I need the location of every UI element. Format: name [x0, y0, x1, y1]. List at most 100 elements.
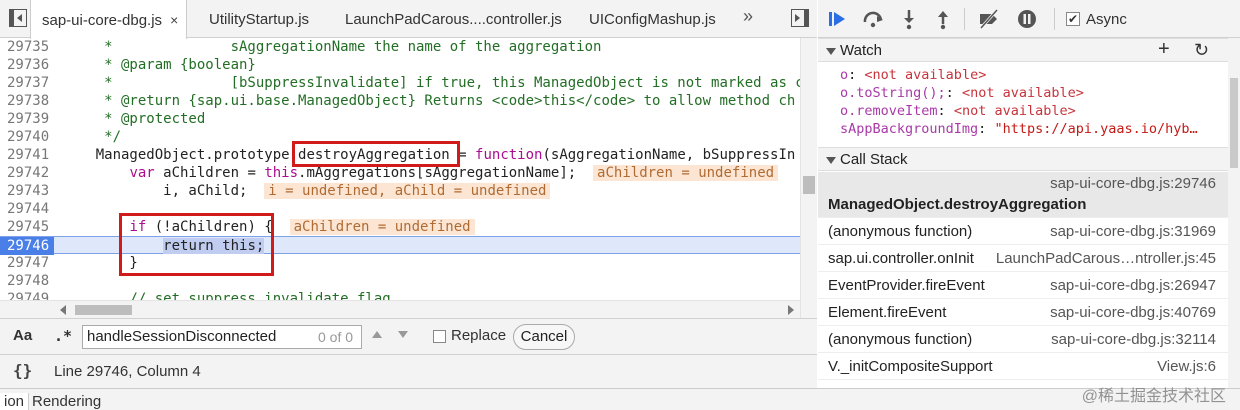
- line-number[interactable]: 29736: [0, 56, 54, 74]
- inline-variable-value: aChildren = undefined: [593, 165, 779, 181]
- scroll-thumb[interactable]: [1230, 78, 1238, 168]
- search-match-count: 0 of 0: [318, 329, 354, 345]
- deactivate-breakpoints-icon[interactable]: [978, 8, 1000, 30]
- call-frame[interactable]: EventProvider.fireEvent sap-ui-core-dbg.j…: [818, 272, 1228, 299]
- match-case-button[interactable]: Aa: [13, 327, 32, 344]
- scroll-right-icon[interactable]: [788, 305, 794, 315]
- more-tabs-button[interactable]: »: [743, 6, 753, 27]
- watch-expression[interactable]: sAppBackgroundImg: "https://api.yaas.io/…: [840, 120, 1198, 138]
- next-match-icon[interactable]: [398, 331, 408, 338]
- scroll-thumb[interactable]: [75, 305, 132, 315]
- line-number[interactable]: 29738: [0, 92, 54, 110]
- toggle-debugger-icon[interactable]: [791, 9, 809, 27]
- editor-vertical-scrollbar[interactable]: [800, 38, 817, 318]
- line-number[interactable]: 29740: [0, 128, 54, 146]
- call-frame-location[interactable]: LaunchPadCarous…ntroller.js:45: [996, 250, 1216, 267]
- line-number[interactable]: 29742: [0, 164, 54, 182]
- line-number[interactable]: 29744: [0, 200, 54, 218]
- call-frame-location[interactable]: sap-ui-core-dbg.js:31969: [1050, 223, 1216, 240]
- resume-icon[interactable]: [826, 8, 848, 30]
- call-stack-section-header[interactable]: Call Stack: [818, 147, 1228, 171]
- close-tab-icon[interactable]: ×: [170, 12, 178, 28]
- add-watch-button[interactable]: +: [1158, 38, 1170, 61]
- code-keyword: var: [129, 165, 155, 181]
- code-line[interactable]: 29736 * @param {boolean}: [0, 56, 800, 74]
- code-line[interactable]: 29743 i, aChild; i = undefined, aChild =…: [0, 182, 800, 200]
- previous-match-icon[interactable]: [372, 331, 382, 338]
- code-token: .mAggregations[sAggregationName];: [298, 165, 594, 181]
- line-number[interactable]: 29739: [0, 110, 54, 128]
- call-frame-location[interactable]: sap-ui-core-dbg.js:32114: [1051, 331, 1216, 348]
- code-line[interactable]: 29738 * @return {sap.ui.base.ManagedObje…: [0, 92, 800, 110]
- cursor-position: Line 29746, Column 4: [54, 363, 201, 380]
- call-frame-current[interactable]: ManagedObject.destroyAggregation sap-ui-c…: [818, 172, 1228, 218]
- code-text: * @protected: [62, 110, 205, 128]
- annotation-box-destroy-aggregation: [292, 141, 460, 167]
- code-token: (sAggregationName, bSuppressIn: [542, 147, 796, 163]
- call-frame-location[interactable]: sap-ui-core-dbg.js:29746: [1050, 175, 1216, 192]
- call-frame-location[interactable]: View.js:6: [1157, 358, 1216, 375]
- code-line[interactable]: 29735 * sAggregationName the name of the…: [0, 38, 800, 56]
- watch-expression[interactable]: o.removeItem: <not available>: [840, 102, 1076, 120]
- step-over-icon[interactable]: [862, 8, 884, 30]
- call-frame[interactable]: (anonymous function) sap-ui-core-dbg.js:3…: [818, 218, 1228, 245]
- editor-tab-label: LaunchPadCarous....controller.js: [345, 11, 562, 28]
- watch-expression[interactable]: o: <not available>: [840, 66, 986, 84]
- refresh-watch-button[interactable]: ↻: [1194, 40, 1209, 61]
- code-token: * @protected: [62, 111, 206, 127]
- call-frame-location[interactable]: sap-ui-core-dbg.js:26947: [1050, 277, 1216, 294]
- call-frame-location[interactable]: sap-ui-core-dbg.js:40769: [1050, 304, 1216, 321]
- editor-tab[interactable]: LaunchPadCarous....controller.js: [334, 0, 570, 38]
- code-text: * @return {sap.ui.base.ManagedObject} Re…: [62, 92, 795, 110]
- replace-checkbox[interactable]: [433, 330, 446, 343]
- drawer-tab-console[interactable]: ion: [0, 393, 30, 410]
- editor-horizontal-scrollbar[interactable]: [0, 300, 800, 318]
- line-number[interactable]: 29737: [0, 74, 54, 92]
- watermark: @稀土掘金技术社区: [1081, 388, 1226, 405]
- line-number[interactable]: 29747: [0, 254, 54, 272]
- code-editor[interactable]: 29735 * sAggregationName the name of the…: [0, 38, 817, 318]
- code-line[interactable]: 29739 * @protected: [0, 110, 800, 128]
- debugger-toolbar: ✔ Async: [818, 0, 1240, 38]
- editor-tab[interactable]: sap-ui-core-dbg.js ×: [30, 0, 188, 39]
- call-frame-function: V._initCompositeSupport: [828, 358, 993, 375]
- call-frame[interactable]: sap.ui.controller.onInit LaunchPadCarous……: [818, 245, 1228, 272]
- code-line[interactable]: 29737 * [bSuppressInvalidate] if true, t…: [0, 74, 812, 92]
- sidebar-vertical-scrollbar[interactable]: [1228, 38, 1240, 388]
- async-checkbox[interactable]: ✔: [1066, 12, 1080, 26]
- call-frame-function: EventProvider.fireEvent: [828, 277, 985, 294]
- search-bar: Aa .* handleSessionDisconnected 0 of 0 R…: [0, 318, 817, 354]
- call-frame-function: (anonymous function): [828, 331, 973, 348]
- regex-button[interactable]: .*: [54, 327, 72, 345]
- line-number[interactable]: 29748: [0, 272, 54, 290]
- line-number[interactable]: 29745: [0, 218, 54, 236]
- scroll-thumb[interactable]: [803, 176, 815, 194]
- expand-triangle-icon: [826, 157, 836, 164]
- async-label: Async: [1086, 11, 1127, 28]
- call-frame[interactable]: Element.fireEvent sap-ui-core-dbg.js:4076…: [818, 299, 1228, 326]
- call-frame[interactable]: V._initCompositeSupport View.js:6: [818, 353, 1228, 380]
- watch-expression-value: <not available>: [961, 85, 1084, 101]
- pause-on-exceptions-icon[interactable]: [1016, 8, 1038, 30]
- line-number[interactable]: 29741: [0, 146, 54, 164]
- cancel-button[interactable]: Cancel: [513, 324, 575, 350]
- step-out-icon[interactable]: [932, 8, 954, 30]
- editor-tab[interactable]: UtilityStartup.js: [198, 0, 317, 38]
- editor-tab[interactable]: UIConfigMashup.js: [578, 0, 724, 38]
- inline-variable-value: aChildren = undefined: [289, 219, 475, 235]
- watch-section-header[interactable]: Watch + ↻: [818, 38, 1228, 62]
- watch-expression[interactable]: o.toString();: <not available>: [840, 84, 1084, 102]
- call-frame[interactable]: (anonymous function) sap-ui-core-dbg.js:3…: [818, 326, 1228, 353]
- editor-tab-bar: sap-ui-core-dbg.js × UtilityStartup.js Laun…: [0, 0, 817, 39]
- toggle-navigator-icon[interactable]: [9, 9, 27, 27]
- line-number[interactable]: 29746: [0, 237, 54, 255]
- pretty-print-button[interactable]: {}: [13, 361, 32, 380]
- drawer-tab-rendering[interactable]: Rendering: [32, 393, 101, 410]
- drawer-tab-bar: ion Rendering: [0, 388, 1240, 410]
- scroll-left-icon[interactable]: [60, 305, 66, 315]
- line-number[interactable]: 29735: [0, 38, 54, 56]
- line-number[interactable]: 29743: [0, 182, 54, 200]
- step-into-icon[interactable]: [898, 8, 920, 30]
- editor-tab-label: UIConfigMashup.js: [589, 11, 716, 28]
